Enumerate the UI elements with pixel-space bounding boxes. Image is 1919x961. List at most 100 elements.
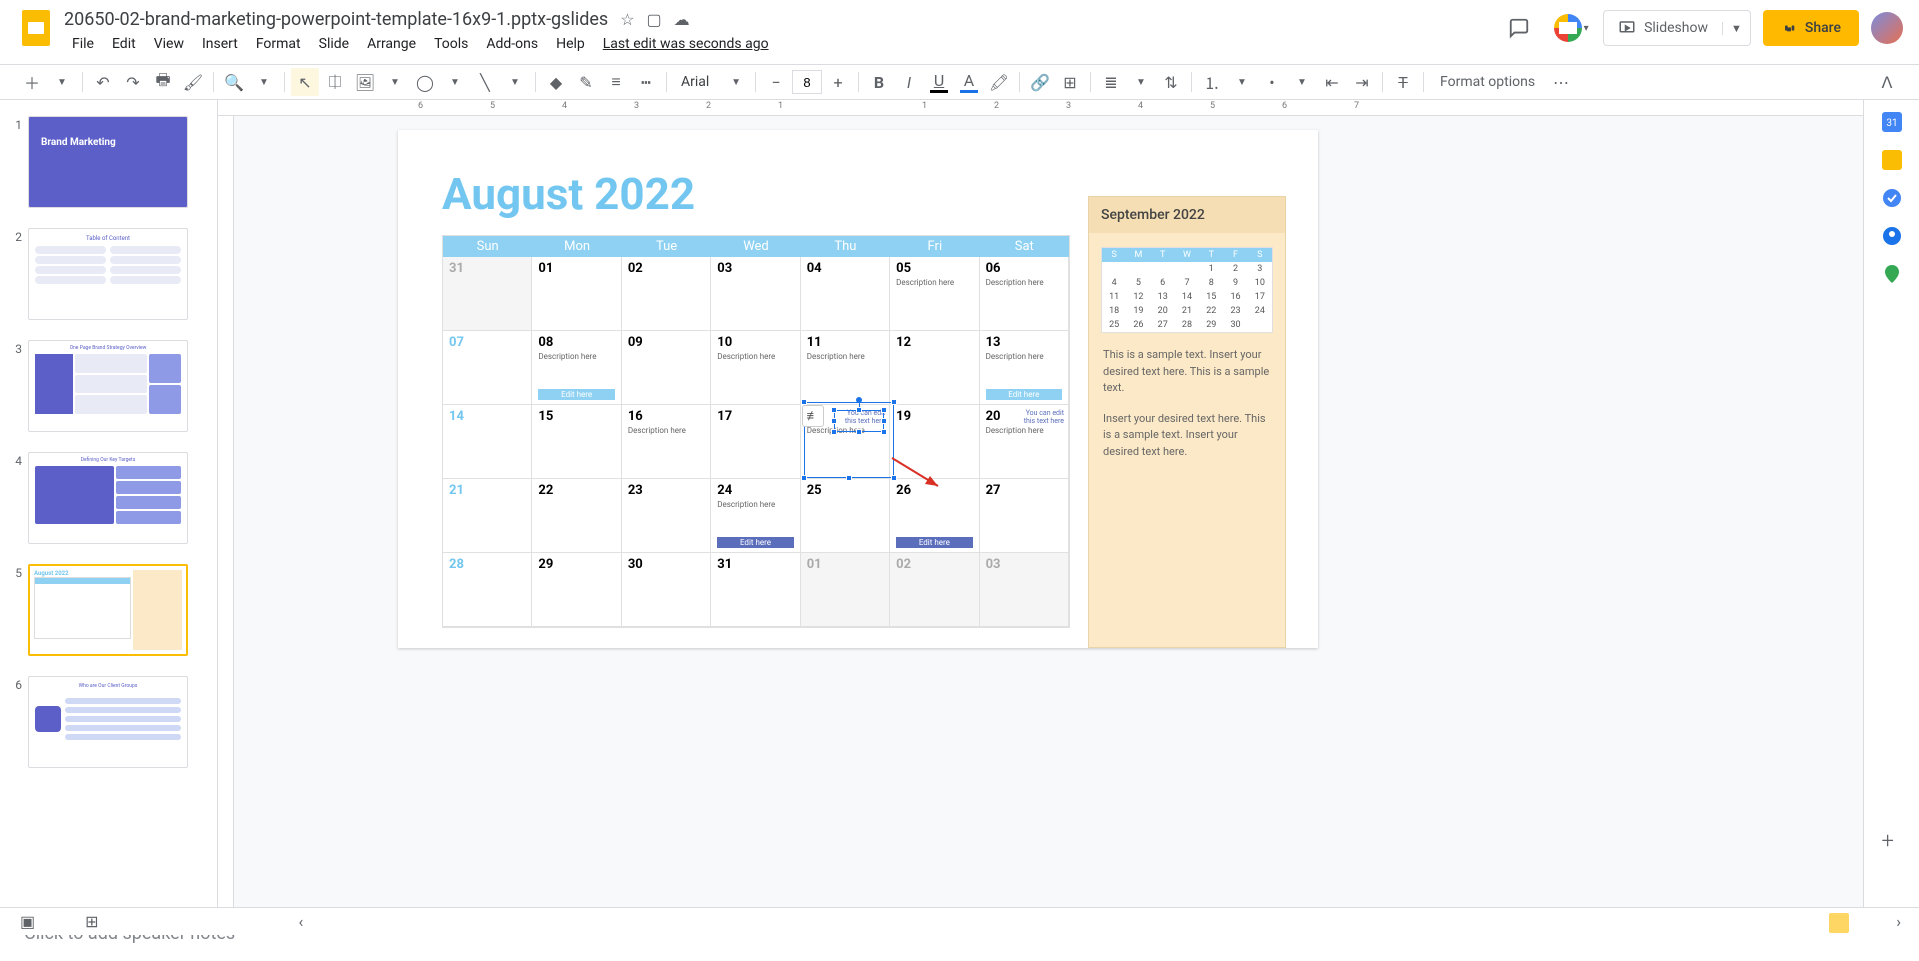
calendar-cell[interactable]: 03 [980,553,1069,627]
slide-thumb-4[interactable]: Defining Our Key Targets [28,452,188,544]
text-color-button[interactable]: A [955,68,983,96]
preview-text-2[interactable]: Insert your desired text here. This is a… [1103,411,1271,461]
calendar-cell[interactable]: 02 [622,257,711,331]
calendar-cell[interactable]: 20You can edit this text hereDescription… [980,405,1069,479]
calendar-cell[interactable]: 29 [532,553,621,627]
slide-thumb-5[interactable]: August 2022 [28,564,188,656]
shape-dropdown[interactable]: ▼ [441,68,469,96]
calendar-cell[interactable]: 02 [890,553,979,627]
calendar-cell[interactable]: 04 [801,257,890,331]
account-avatar[interactable] [1871,12,1903,44]
highlight-button[interactable]: 🖍 [985,68,1013,96]
vertical-ruler[interactable] [218,116,234,907]
align-dropdown[interactable]: ▼ [1127,68,1155,96]
calendar-cell[interactable]: 15 [532,405,621,479]
fill-color-button[interactable]: ◆ [542,68,570,96]
menu-format[interactable]: Format [248,32,309,56]
explore-button[interactable] [1829,913,1849,933]
border-color-button[interactable]: ✎ [572,68,600,96]
calendar-cell[interactable]: 08Description hereEdit here [532,331,621,405]
preview-title[interactable]: September 2022 [1089,197,1285,233]
more-button[interactable]: ⋯ [1547,68,1575,96]
calendar-cell[interactable]: 01 [532,257,621,331]
bold-button[interactable]: B [865,68,893,96]
line-dropdown[interactable]: ▼ [501,68,529,96]
calendar-cell[interactable]: 10Description here [711,331,800,405]
grid-view-icon[interactable]: ⊞ [85,912,98,931]
redo-button[interactable]: ↷ [119,68,147,96]
preview-text-1[interactable]: This is a sample text. Insert your desir… [1103,347,1271,397]
fontsize-input[interactable] [792,70,822,94]
slide-canvas[interactable]: August 2022 SunMonTueWedThuFriSat 310102… [398,130,1318,648]
insert-comment-button[interactable]: ⊞ [1056,68,1084,96]
menu-insert[interactable]: Insert [194,32,246,56]
calendar-cell[interactable]: 17 [711,405,800,479]
comments-icon[interactable] [1499,8,1539,48]
calendar-cell[interactable]: 24Description hereEdit here [711,479,800,553]
calendar-cell[interactable]: 30 [622,553,711,627]
main-calendar[interactable]: SunMonTueWedThuFriSat 310102030405Descri… [442,235,1070,628]
menu-tools[interactable]: Tools [426,32,476,56]
menu-view[interactable]: View [146,32,192,56]
new-slide-button[interactable]: ＋ [18,68,46,96]
contacts-sidebar-icon[interactable] [1882,226,1902,246]
calendar-cell[interactable]: 11Description here [801,331,890,405]
select-tool[interactable]: ↖ [291,68,319,96]
share-button[interactable]: Share [1763,10,1859,46]
edit-here-button[interactable]: Edit here [896,537,972,548]
calendar-cell[interactable]: 22 [532,479,621,553]
slide-thumb-2[interactable]: Table of Content [28,228,188,320]
calendar-cell[interactable]: 12 [890,331,979,405]
keep-sidebar-icon[interactable] [1882,150,1902,170]
numbered-list-button[interactable]: ⒈ [1198,68,1226,96]
cloud-status-icon[interactable]: ☁ [674,10,690,29]
fontsize-increase[interactable]: + [824,68,852,96]
font-family-select[interactable]: Arial▼ [673,74,749,90]
calendar-cell[interactable]: 13Description hereEdit here [980,331,1069,405]
next-month-preview[interactable]: September 2022 SMTWTFS123456789101112131… [1088,196,1286,648]
image-dropdown[interactable]: ▼ [381,68,409,96]
bulleted-dropdown[interactable]: ▼ [1288,68,1316,96]
textbox-tool[interactable]: ⎅ [321,68,349,96]
maps-sidebar-icon[interactable] [1882,264,1902,284]
indent-decrease-button[interactable]: ⇤ [1318,68,1346,96]
calendar-cell[interactable]: 21 [443,479,532,553]
slides-logo[interactable] [16,8,56,48]
calendar-cell[interactable]: 23 [622,479,711,553]
menu-arrange[interactable]: Arrange [359,32,424,56]
slideshow-dropdown[interactable]: ▼ [1722,22,1750,35]
menu-slide[interactable]: Slide [311,32,357,56]
calendar-cell[interactable]: 31 [711,553,800,627]
undo-button[interactable]: ↶ [89,68,117,96]
calendar-cell[interactable]: 28 [443,553,532,627]
edit-here-button[interactable]: Edit here [717,537,793,548]
calendar-cell[interactable]: 05Description here [890,257,979,331]
star-icon[interactable]: ☆ [620,10,634,29]
collapse-panel-icon[interactable]: ‹ [299,912,304,931]
slide-thumb-1[interactable]: Brand Marketing [28,116,188,208]
calendar-cell[interactable]: 01 [801,553,890,627]
edit-here-button[interactable]: Edit here [538,389,614,400]
calendar-cell[interactable]: 03 [711,257,800,331]
edit-here-button[interactable]: Edit here [986,389,1062,400]
print-button[interactable]: 🖶 [149,68,177,96]
image-tool[interactable]: 🖼 [351,68,379,96]
border-dash-button[interactable]: ┅ [632,68,660,96]
horizontal-ruler[interactable]: 6543211234567 [218,100,1863,116]
calendar-cell[interactable]: 14 [443,405,532,479]
doc-title[interactable]: 20650-02-brand-marketing-powerpoint-temp… [64,9,608,30]
fontsize-decrease[interactable]: − [762,68,790,96]
numbered-dropdown[interactable]: ▼ [1228,68,1256,96]
menu-edit[interactable]: Edit [104,32,144,56]
insert-link-button[interactable]: 🔗 [1026,68,1054,96]
calendar-sidebar-icon[interactable]: 31 [1882,112,1902,132]
slide-thumb-6[interactable]: Who are Our Client Groups [28,676,188,768]
menu-file[interactable]: File [64,32,102,56]
indent-increase-button[interactable]: ⇥ [1348,68,1376,96]
align-button[interactable]: ≣ [1097,68,1125,96]
slide-thumb-3[interactable]: One Page Brand Strategy Overview [28,340,188,432]
mini-calendar[interactable]: SMTWTFS123456789101112131415161718192021… [1101,247,1273,333]
line-tool[interactable]: ╲ [471,68,499,96]
floating-formatting-icon[interactable]: ≢ [802,405,824,427]
canvas-area[interactable]: 6543211234567 August 2022 SunMonTueWedTh… [218,100,1863,907]
